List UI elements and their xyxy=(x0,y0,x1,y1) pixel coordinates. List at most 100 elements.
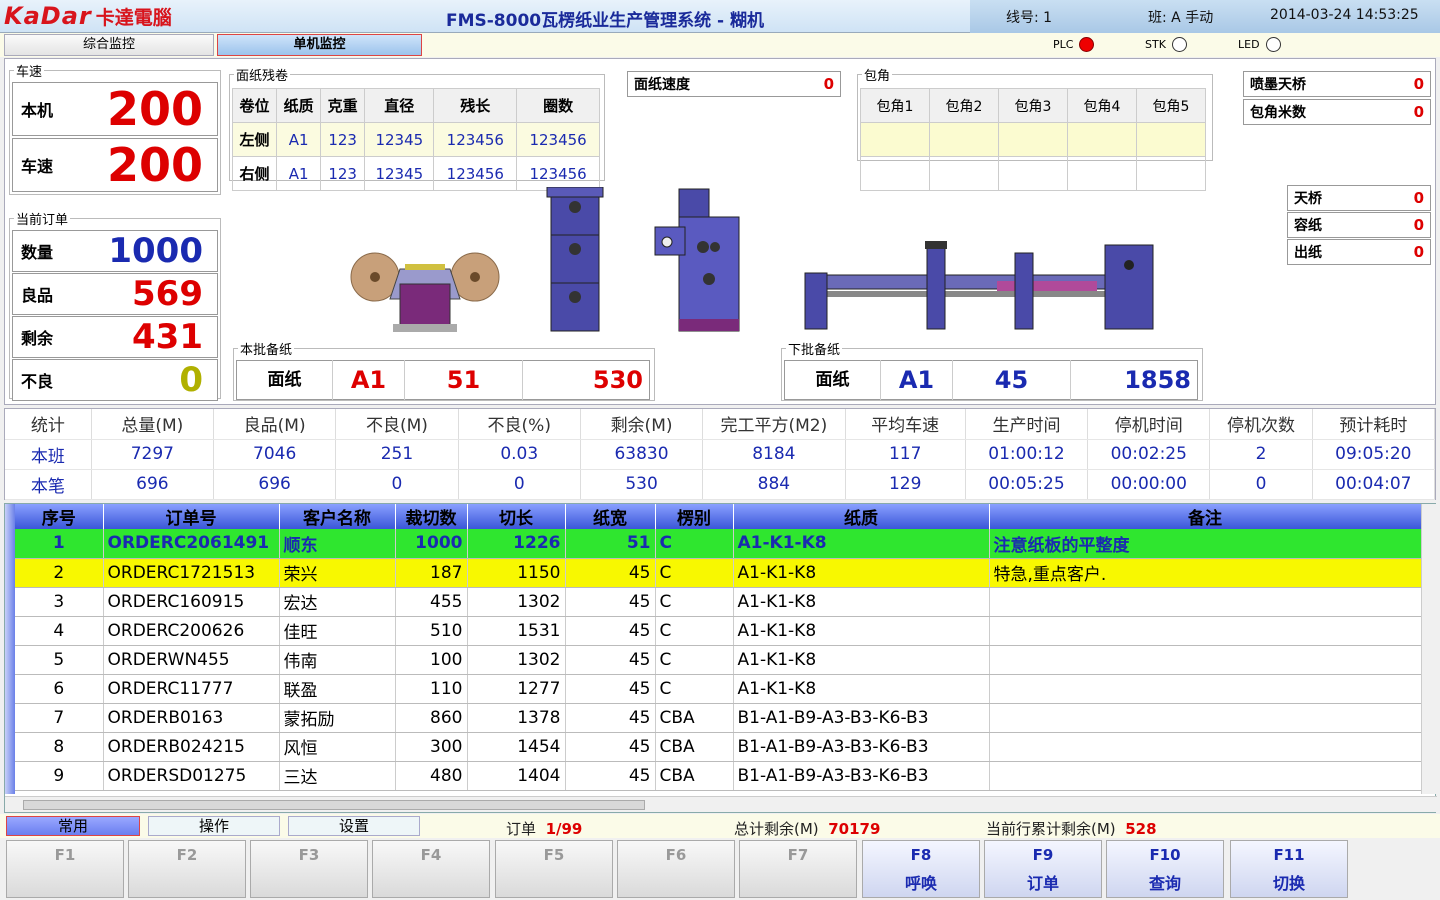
order-row[interactable]: 4 ORDERC200626 佳旺 510 1531 45 C A1-K1-K8 xyxy=(15,616,1422,646)
order-cell: 1150 xyxy=(467,558,566,588)
total-remaining: 总计剩余(M) 70179 xyxy=(734,820,881,838)
order-cell: ORDERB024215 xyxy=(103,732,280,762)
car-speed-value: 200 xyxy=(106,138,203,192)
order-row[interactable]: 9 ORDERSD01275 三达 480 1404 45 CBA B1-A1-B9-A3-B… xyxy=(15,761,1422,791)
fkey-f6[interactable]: F6 xyxy=(617,840,735,898)
order-cell: ORDERC160915 xyxy=(103,587,280,617)
fkey-f8[interactable]: F8 呼唤 xyxy=(862,840,980,898)
order-cell: 45 xyxy=(565,616,656,646)
stat-header: 不良(M) xyxy=(335,409,459,440)
current-batch-group: 本批备纸 面纸 A1 51 530 xyxy=(233,339,655,401)
order-cell: 伟南 xyxy=(279,645,396,675)
fkey-f2[interactable]: F2 xyxy=(128,840,246,898)
order-cell: C xyxy=(655,529,734,559)
order-column-header[interactable]: 纸宽 xyxy=(565,504,656,529)
order-good: 569 xyxy=(132,274,203,314)
double-facer-illustration xyxy=(804,241,1154,330)
speed-group: 车速 本机 200 车速 200 xyxy=(9,61,221,195)
tab-overview[interactable]: 综合监控 xyxy=(4,34,214,56)
wrap-angle-group: 包角 包角1 包角2 包角3 包角4 包角5 xyxy=(857,65,1213,191)
fkey-f1[interactable]: F1 xyxy=(6,840,124,898)
order-row[interactable]: 3 ORDERC160915 宏达 455 1302 45 C A1-K1-K8 xyxy=(15,587,1422,617)
order-cell: 45 xyxy=(565,587,656,617)
horizontal-scrollbar[interactable] xyxy=(5,796,1437,812)
order-column-header[interactable]: 备注 xyxy=(989,504,1422,529)
order-cell: 480 xyxy=(395,761,468,791)
order-cell: ORDERC2061491 xyxy=(103,529,280,559)
order-column-header[interactable]: 订单号 xyxy=(103,504,280,529)
order-column-header[interactable]: 裁切数 xyxy=(395,504,468,529)
order-row[interactable]: 6 ORDERC11777 联盈 110 1277 45 C A1-K1-K8 xyxy=(15,674,1422,704)
order-cell: 3 xyxy=(15,587,104,617)
order-cell: 特急,重点客户. xyxy=(989,558,1422,588)
tab-operate[interactable]: 操作 xyxy=(148,816,280,836)
order-cell: ORDERWN455 xyxy=(103,645,280,675)
order-cell: 4 xyxy=(15,616,104,646)
order-cell: 蒙拓励 xyxy=(279,703,396,733)
order-cell: 1226 xyxy=(467,529,566,559)
order-cell: ORDERC1721513 xyxy=(103,558,280,588)
stat-cell: 01:00:12 xyxy=(965,439,1089,470)
order-cell: 860 xyxy=(395,703,468,733)
bottom-tab-row: 常用 操作 设置 订单 1/99 总计剩余(M) 70179 当前行累计剩余(M… xyxy=(0,814,1440,838)
order-cell: 1531 xyxy=(467,616,566,646)
wrap-meters-box: 包角米数 0 xyxy=(1243,99,1431,125)
order-cell: 联盈 xyxy=(279,674,396,704)
order-column-header[interactable]: 切长 xyxy=(467,504,566,529)
order-cell: 1302 xyxy=(467,645,566,675)
order-row[interactable]: 5 ORDERWN455 伟南 100 1302 45 C A1-K1-K8 xyxy=(15,645,1422,675)
stat-header: 平均车速 xyxy=(845,409,966,440)
tab-common[interactable]: 常用 xyxy=(6,816,140,836)
stat-cell: 8184 xyxy=(702,439,846,470)
order-column-header[interactable]: 客户名称 xyxy=(279,504,396,529)
fkey-f9[interactable]: F9 订单 xyxy=(984,840,1102,898)
order-cell: B1-A1-B9-A3-B3-K6-B3 xyxy=(733,732,990,762)
order-cell xyxy=(989,616,1422,646)
order-cell: 1302 xyxy=(467,587,566,617)
stat-header: 剩余(M) xyxy=(580,409,704,440)
order-cell: 1 xyxy=(15,529,104,559)
order-row[interactable]: 2 ORDERC1721513 荣兴 187 1150 45 C A1-K1-K8 特急,重点客… xyxy=(15,558,1422,588)
stat-row-label: 本班 xyxy=(5,439,92,470)
order-column-header[interactable]: 纸质 xyxy=(733,504,990,529)
function-key-bar: F1 F2 F3 F4 F5 F6 F7 F8 呼唤 F9 订单 F10 查询 F11 切换 xyxy=(0,840,1440,900)
machine-monitor-panel: 车速 本机 200 车速 200 当前订单 数量 1000 良品 569 剩余 431… xyxy=(4,58,1436,405)
order-cell: ORDERB0163 xyxy=(103,703,280,733)
stat-cell: 696 xyxy=(213,469,337,500)
fkey-f7[interactable]: F7 xyxy=(739,840,857,898)
stat-cell: 129 xyxy=(845,469,966,500)
fkey-f4[interactable]: F4 xyxy=(372,840,490,898)
app-title: FMS-8000瓦楞纸业生产管理系统 - 糊机 xyxy=(445,11,765,31)
stat-cell: 0.03 xyxy=(458,439,581,470)
fkey-f5[interactable]: F5 xyxy=(495,840,613,898)
order-cell: 187 xyxy=(395,558,468,588)
stat-cell: 0 xyxy=(1209,469,1313,500)
tab-single-machine[interactable]: 单机监控 xyxy=(217,34,422,56)
fkey-f10[interactable]: F10 查询 xyxy=(1106,840,1224,898)
stat-cell: 00:05:25 xyxy=(965,469,1089,500)
stat-cell: 0 xyxy=(458,469,581,500)
order-row[interactable]: 8 ORDERB024215 风恒 300 1454 45 CBA B1-A1-B9-A3-B… xyxy=(15,732,1422,762)
stat-header: 良品(M) xyxy=(213,409,337,440)
stat-header: 预计耗时 xyxy=(1312,409,1436,440)
order-row[interactable]: 1 ORDERC2061491 顺东 1000 1226 51 C A1-K1-K8 注意纸板的… xyxy=(15,529,1422,559)
stat-cell: 00:02:25 xyxy=(1087,439,1211,470)
plc-status-icon xyxy=(1079,37,1095,52)
order-cell: CBA xyxy=(655,761,734,791)
vertical-scrollbar[interactable] xyxy=(1421,504,1437,794)
wrap-angle-table: 包角1 包角2 包角3 包角4 包角5 xyxy=(860,88,1206,191)
order-cell: C xyxy=(655,674,734,704)
fkey-f3[interactable]: F3 xyxy=(250,840,368,898)
order-column-header[interactable]: 序号 xyxy=(15,504,104,529)
bridge-box: 天桥 0 xyxy=(1287,185,1431,211)
stk-indicator: STK xyxy=(1145,37,1187,52)
tab-settings[interactable]: 设置 xyxy=(288,816,420,836)
order-cell: C xyxy=(655,558,734,588)
order-column-header[interactable]: 楞别 xyxy=(655,504,734,529)
order-row[interactable]: 7 ORDERB0163 蒙拓励 860 1378 45 CBA B1-A1-B9-A3-B3… xyxy=(15,703,1422,733)
fkey-f11[interactable]: F11 切换 xyxy=(1230,840,1348,898)
stat-cell: 0 xyxy=(335,469,459,500)
order-cell: 510 xyxy=(395,616,468,646)
order-cell: 三达 xyxy=(279,761,396,791)
order-cell: 1000 xyxy=(395,529,468,559)
